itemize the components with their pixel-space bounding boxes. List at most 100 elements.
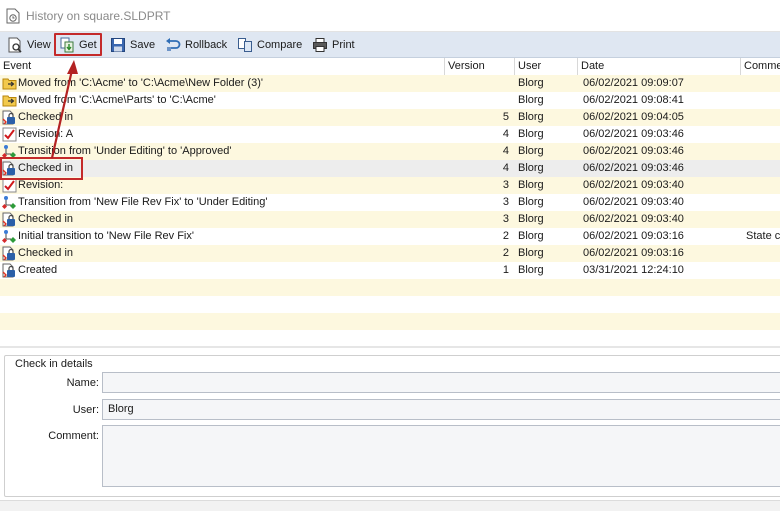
- comment-cell: [746, 75, 780, 92]
- user-label: User:: [72, 404, 99, 416]
- comment-cell: [746, 245, 780, 262]
- get-icon: [60, 37, 74, 52]
- print-label: Print: [332, 38, 355, 51]
- printer-icon: [313, 37, 327, 52]
- event-cell: Moved from 'C:\Acme\Parts' to 'C:\Acme': [18, 94, 216, 106]
- get-button[interactable]: Get: [54, 33, 102, 56]
- comment-cell: [746, 143, 780, 160]
- version-cell: 5: [502, 111, 509, 123]
- name-label: Name:: [66, 377, 99, 389]
- version-cell: 4: [502, 128, 509, 140]
- event-cell: Checked in: [18, 213, 74, 225]
- event-cell: Checked in: [18, 162, 74, 174]
- save-button[interactable]: Save: [107, 35, 158, 54]
- table-row[interactable]: Moved from 'C:\Acme\Parts' to 'C:\Acme' B…: [0, 92, 780, 109]
- version-cell: [445, 75, 509, 92]
- compare-button[interactable]: Compare: [234, 35, 305, 54]
- view-icon: [8, 37, 22, 53]
- user-cell: Blorg: [518, 111, 544, 123]
- save-icon: [111, 37, 125, 52]
- table-row[interactable]: Checked in 5 Blorg 06/02/2021 09:04:05: [0, 109, 780, 126]
- version-cell: [445, 92, 509, 109]
- date-cell: 06/02/2021 09:03:46: [583, 128, 684, 140]
- version-cell: 3: [502, 179, 509, 191]
- empty-row: [0, 296, 780, 313]
- checkin-icon: [2, 212, 17, 227]
- date-cell: 06/02/2021 09:03:40: [583, 196, 684, 208]
- event-cell: Transition from 'Under Editing' to 'Appr…: [18, 145, 232, 157]
- transition-icon: [2, 195, 17, 210]
- compare-label: Compare: [257, 38, 303, 51]
- date-cell: 06/02/2021 09:09:07: [583, 77, 684, 89]
- date-cell: 03/31/2021 12:24:10: [583, 264, 684, 276]
- view-label: View: [27, 38, 51, 51]
- rollback-icon: [166, 37, 181, 51]
- table-row[interactable]: Checked in 4 Blorg 06/02/2021 09:03:46: [0, 160, 780, 177]
- date-cell: 06/02/2021 09:03:46: [583, 162, 684, 174]
- empty-row: [0, 313, 780, 330]
- comment-field[interactable]: [102, 425, 780, 487]
- date-cell: 06/02/2021 09:03:16: [583, 247, 684, 259]
- version-cell: 2: [502, 247, 509, 259]
- table-row[interactable]: Moved from 'C:\Acme' to 'C:\Acme\New Fol…: [0, 75, 780, 92]
- event-cell: Revision: A: [18, 128, 74, 140]
- event-cell: Transition from 'New File Rev Fix' to 'U…: [18, 196, 268, 208]
- comment-cell: [746, 177, 780, 194]
- event-cell: Initial transition to 'New File Rev Fix': [18, 230, 194, 242]
- event-cell: Moved from 'C:\Acme' to 'C:\Acme\New Fol…: [18, 77, 263, 89]
- column-header-version[interactable]: Version: [445, 58, 515, 75]
- get-label: Get: [79, 38, 97, 51]
- version-cell: 4: [502, 145, 509, 157]
- comment-cell: [746, 126, 780, 143]
- table-row[interactable]: Revision: A 4 Blorg 06/02/2021 09:03:46: [0, 126, 780, 143]
- table-row[interactable]: Revision: 3 Blorg 06/02/2021 09:03:40: [0, 177, 780, 194]
- rollback-button[interactable]: Rollback: [162, 35, 230, 54]
- status-bar: [0, 500, 780, 511]
- user-cell: Blorg: [518, 162, 544, 174]
- event-cell: Revision:: [18, 179, 64, 191]
- event-cell: Checked in: [18, 247, 74, 259]
- transition-icon: [2, 229, 17, 244]
- table-row[interactable]: Transition from 'Under Editing' to 'Appr…: [0, 143, 780, 160]
- user-cell: Blorg: [518, 77, 544, 89]
- folder-move-icon: [2, 93, 17, 108]
- checkin-icon: [2, 110, 17, 125]
- table-row[interactable]: Created 1 Blorg 03/31/2021 12:24:10: [0, 262, 780, 279]
- toolbar: View Get Save Rollback Compare Print: [0, 32, 780, 58]
- name-field[interactable]: [102, 372, 780, 393]
- column-header-date[interactable]: Date: [578, 58, 741, 75]
- save-label: Save: [130, 38, 156, 51]
- table-row[interactable]: Transition from 'New File Rev Fix' to 'U…: [0, 194, 780, 211]
- checkin-icon: [2, 263, 17, 278]
- table-row[interactable]: Initial transition to 'New File Rev Fix'…: [0, 228, 780, 245]
- user-cell: Blorg: [518, 94, 544, 106]
- date-cell: 06/02/2021 09:08:41: [583, 94, 684, 106]
- print-button[interactable]: Print: [309, 35, 358, 54]
- history-grid: Event Version User Date Comme Moved from…: [0, 58, 780, 346]
- table-row[interactable]: Checked in 2 Blorg 06/02/2021 09:03:16: [0, 245, 780, 262]
- user-cell: Blorg: [518, 179, 544, 191]
- splitter[interactable]: [0, 346, 780, 348]
- user-cell: Blorg: [518, 128, 544, 140]
- transition-icon: [2, 144, 17, 159]
- checkin-icon: [2, 161, 17, 176]
- date-cell: 06/02/2021 09:03:40: [583, 213, 684, 225]
- compare-icon: [238, 37, 252, 52]
- comment-label: Comment:: [48, 430, 99, 442]
- version-cell: 1: [502, 264, 509, 276]
- table-row[interactable]: Checked in 3 Blorg 06/02/2021 09:03:40: [0, 211, 780, 228]
- date-cell: 06/02/2021 09:03:16: [583, 230, 684, 242]
- revision-check-icon: [2, 127, 17, 142]
- grid-header: Event Version User Date Comme: [0, 58, 780, 76]
- user-field[interactable]: Blorg: [102, 399, 780, 420]
- view-button[interactable]: View: [4, 35, 54, 54]
- user-cell: Blorg: [518, 264, 544, 276]
- window-title: History on square.SLDPRT: [26, 9, 171, 23]
- column-header-event[interactable]: Event: [0, 58, 445, 75]
- column-header-comment[interactable]: Comme: [741, 58, 780, 75]
- event-cell: Checked in: [18, 111, 74, 123]
- comment-cell: State ch: [746, 230, 780, 242]
- date-cell: 06/02/2021 09:03:46: [583, 145, 684, 157]
- event-cell: Created: [18, 264, 58, 276]
- column-header-user[interactable]: User: [515, 58, 578, 75]
